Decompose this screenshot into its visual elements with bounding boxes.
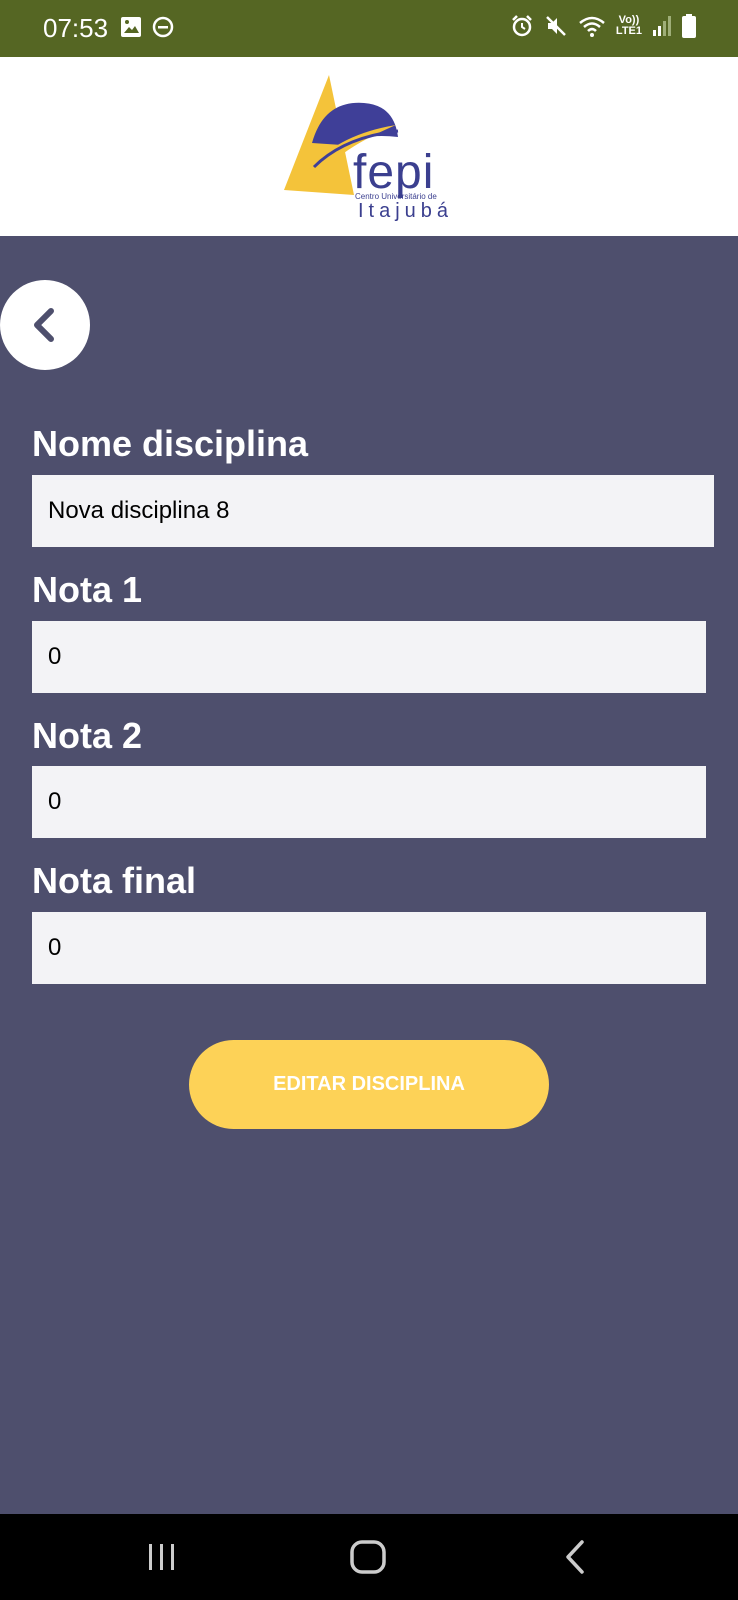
header: fepi Centro Universitário de Itajubá xyxy=(0,57,738,236)
edit-discipline-button[interactable]: EDITAR DISCIPLINA xyxy=(189,1040,549,1129)
chevron-left-icon xyxy=(34,308,54,342)
wifi-icon xyxy=(579,16,605,37)
nota1-input[interactable]: 0 xyxy=(32,621,706,693)
field-label-nota1: Nota 1 xyxy=(32,569,143,610)
alarm-icon xyxy=(512,15,532,37)
back-nav-icon[interactable] xyxy=(560,1536,590,1578)
field-label-nome: Nome disciplina xyxy=(32,423,309,464)
nome-disciplina-input[interactable]: Nova disciplina 8 xyxy=(32,475,714,547)
field-label-nota2: Nota 2 xyxy=(32,715,143,756)
back-button[interactable] xyxy=(0,280,90,370)
recent-apps-icon[interactable] xyxy=(145,1536,179,1578)
nota2-input[interactable]: 0 xyxy=(32,766,706,838)
field-label-nota-final: Nota final xyxy=(32,860,197,901)
nota-final-input[interactable]: 0 xyxy=(32,912,706,984)
gallery-icon xyxy=(121,17,141,37)
signal-icon xyxy=(653,16,671,36)
do-not-disturb-icon xyxy=(152,16,174,38)
mute-icon xyxy=(546,16,566,36)
battery-icon xyxy=(682,14,696,38)
lte-indicator: Vo)) LTE1 xyxy=(615,14,642,37)
status-time: 07:53 xyxy=(43,13,109,43)
home-icon[interactable] xyxy=(348,1536,388,1578)
status-bar: 07:53 Vo)) LTE1 xyxy=(0,0,738,57)
logo-city: Itajubá xyxy=(358,200,454,222)
nav-bar xyxy=(0,1514,738,1600)
